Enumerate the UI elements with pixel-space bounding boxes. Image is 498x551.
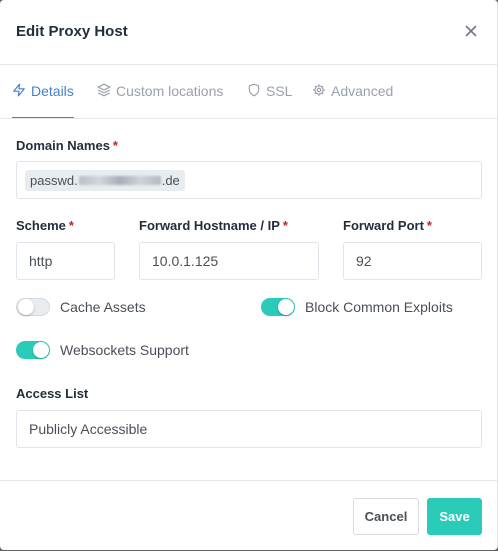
cache-assets-label: Cache Assets bbox=[60, 299, 146, 315]
websockets-toggle[interactable] bbox=[16, 341, 50, 359]
cancel-button[interactable]: Cancel bbox=[353, 498, 419, 535]
domain-names-label: Domain Names * bbox=[16, 138, 118, 153]
layers-icon bbox=[97, 83, 116, 100]
required-marker: * bbox=[112, 138, 118, 153]
websockets-label: Websockets Support bbox=[60, 342, 189, 358]
toggle-knob bbox=[18, 299, 34, 315]
toggle-knob bbox=[278, 299, 294, 315]
tab-custom-locations[interactable]: Custom locations bbox=[97, 65, 223, 117]
tab-ssl[interactable]: SSL bbox=[247, 65, 292, 117]
block-exploits-toggle[interactable] bbox=[261, 298, 295, 316]
tab-custom-locations-label: Custom locations bbox=[116, 83, 224, 99]
block-exploits-toggle-row: Block Common Exploits bbox=[261, 298, 453, 316]
save-button[interactable]: Save bbox=[427, 498, 482, 535]
forward-port-value: 92 bbox=[356, 253, 372, 269]
dialog-footer: Cancel Save bbox=[0, 480, 497, 550]
forward-hostname-value: 10.0.1.125 bbox=[152, 253, 219, 269]
scheme-select[interactable]: http bbox=[16, 242, 115, 280]
access-list-select[interactable]: Publicly Accessible bbox=[16, 410, 482, 448]
forward-port-label: Forward Port * bbox=[343, 218, 432, 233]
domain-chip-suffix: .de bbox=[161, 172, 180, 188]
forward-hostname-label-text: Forward Hostname / IP bbox=[139, 218, 280, 233]
domain-names-input[interactable]: passwd. .de bbox=[16, 161, 482, 199]
dialog-title: Edit Proxy Host bbox=[16, 23, 128, 40]
domain-chip-prefix: passwd. bbox=[30, 172, 78, 188]
forward-port-label-text: Forward Port bbox=[343, 218, 424, 233]
required-marker: * bbox=[68, 218, 74, 233]
forward-port-input[interactable]: 92 bbox=[343, 242, 482, 280]
tab-details-label: Details bbox=[31, 83, 74, 99]
required-marker: * bbox=[426, 218, 432, 233]
domain-names-label-text: Domain Names bbox=[16, 138, 110, 153]
tab-ssl-label: SSL bbox=[266, 83, 293, 99]
block-exploits-label: Block Common Exploits bbox=[305, 299, 453, 315]
tab-advanced[interactable]: Advanced bbox=[312, 65, 393, 117]
tab-advanced-label: Advanced bbox=[331, 83, 394, 99]
cache-assets-toggle-row: Cache Assets bbox=[16, 298, 146, 316]
domain-chip[interactable]: passwd. .de bbox=[25, 169, 185, 191]
toggle-knob bbox=[33, 342, 49, 358]
tab-details[interactable]: Details bbox=[12, 65, 74, 118]
scheme-value: http bbox=[29, 253, 53, 269]
lightning-icon bbox=[12, 83, 31, 100]
scheme-label-text: Scheme bbox=[16, 218, 66, 233]
forward-hostname-label: Forward Hostname / IP * bbox=[139, 218, 288, 233]
gear-icon bbox=[312, 83, 331, 100]
websockets-toggle-row: Websockets Support bbox=[16, 341, 189, 359]
edit-proxy-host-dialog: Edit Proxy Host Details Custom locations… bbox=[0, 0, 498, 550]
forward-hostname-input[interactable]: 10.0.1.125 bbox=[139, 242, 319, 280]
dialog-header: Edit Proxy Host bbox=[0, 0, 497, 65]
shield-icon bbox=[247, 83, 266, 100]
required-marker: * bbox=[282, 218, 288, 233]
scheme-label: Scheme * bbox=[16, 218, 74, 233]
tab-bar: Details Custom locations SSL Advanced bbox=[0, 65, 497, 119]
access-list-label: Access List bbox=[16, 386, 89, 401]
redacted-domain-part bbox=[78, 175, 161, 185]
close-icon[interactable] bbox=[461, 21, 481, 41]
cache-assets-toggle[interactable] bbox=[16, 298, 50, 316]
access-list-value: Publicly Accessible bbox=[29, 421, 148, 437]
